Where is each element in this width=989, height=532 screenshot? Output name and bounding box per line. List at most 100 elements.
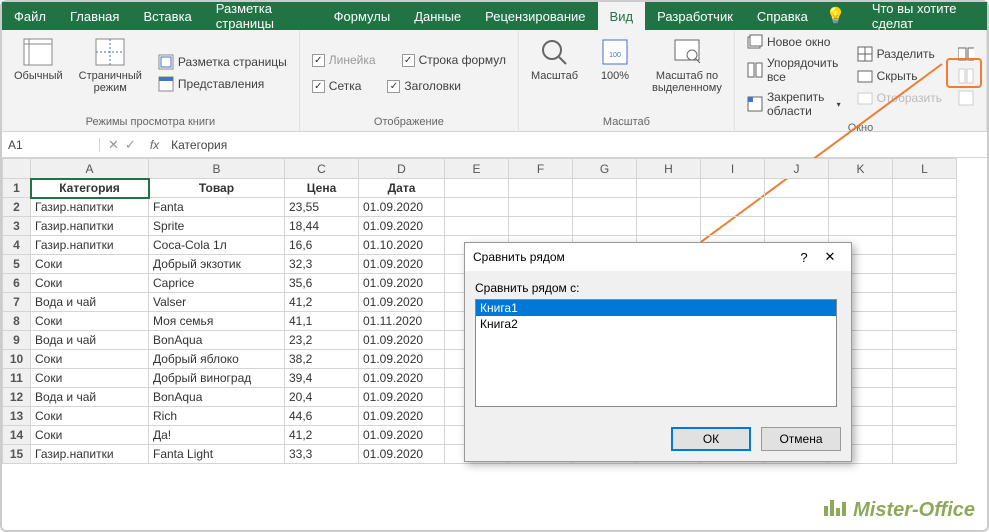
cell[interactable]: Fanta Light <box>149 445 285 464</box>
col-J[interactable]: J <box>765 159 829 179</box>
tab-layout[interactable]: Разметка страницы <box>204 2 322 30</box>
cell[interactable]: Вода и чай <box>31 388 149 407</box>
cell[interactable]: 01.10.2020 <box>359 236 445 255</box>
headings-checkbox[interactable]: Заголовки <box>383 77 465 95</box>
cell[interactable]: Соки <box>31 274 149 293</box>
cell[interactable]: Вода и чай <box>31 293 149 312</box>
split-button[interactable]: Разделить <box>853 44 946 64</box>
cell[interactable]: Добрый яблоко <box>149 350 285 369</box>
cell[interactable]: 01.09.2020 <box>359 350 445 369</box>
row-11[interactable]: 11 <box>3 369 31 388</box>
hide-button[interactable]: Скрыть <box>853 66 946 86</box>
tab-formulas[interactable]: Формулы <box>322 2 403 30</box>
cell[interactable]: Соки <box>31 426 149 445</box>
list-item[interactable]: Книга1 <box>476 300 836 316</box>
row-8[interactable]: 8 <box>3 312 31 331</box>
tab-review[interactable]: Рецензирование <box>473 2 597 30</box>
cell[interactable]: Caprice <box>149 274 285 293</box>
formulabar-checkbox[interactable]: Строка формул <box>398 51 510 69</box>
col-I[interactable]: I <box>701 159 765 179</box>
pagelayout-button[interactable]: Разметка страницы <box>154 52 291 72</box>
row-7[interactable]: 7 <box>3 293 31 312</box>
cell[interactable]: 35,6 <box>285 274 359 293</box>
row-6[interactable]: 6 <box>3 274 31 293</box>
row-14[interactable]: 14 <box>3 426 31 445</box>
cell[interactable]: BonAqua <box>149 331 285 350</box>
cell[interactable]: 01.09.2020 <box>359 274 445 293</box>
fx-icon[interactable]: fx <box>144 138 165 152</box>
formula-enter-icon[interactable]: ✓ <box>125 137 136 153</box>
cell[interactable]: 01.09.2020 <box>359 217 445 236</box>
col-B[interactable]: B <box>149 159 285 179</box>
unhide-button[interactable]: Отобразить <box>853 88 946 108</box>
ruler-checkbox[interactable]: Линейка <box>308 51 380 69</box>
cell[interactable]: Fanta <box>149 198 285 217</box>
col-H[interactable]: H <box>637 159 701 179</box>
dialog-help-button[interactable]: ? <box>791 250 817 265</box>
cell[interactable]: Газир.напитки <box>31 217 149 236</box>
cell[interactable]: Соки <box>31 407 149 426</box>
cell[interactable]: 32,3 <box>285 255 359 274</box>
col-C[interactable]: C <box>285 159 359 179</box>
row-9[interactable]: 9 <box>3 331 31 350</box>
cell[interactable]: Rich <box>149 407 285 426</box>
pagebreak-view-button[interactable]: Страничный режим <box>75 32 146 114</box>
arrange-all-button[interactable]: Упорядочить все <box>743 54 845 86</box>
cell[interactable]: 01.09.2020 <box>359 293 445 312</box>
row-10[interactable]: 10 <box>3 350 31 369</box>
cell[interactable]: 38,2 <box>285 350 359 369</box>
cell[interactable]: 41,2 <box>285 293 359 312</box>
cell[interactable]: Газир.напитки <box>31 236 149 255</box>
cell[interactable]: BonAqua <box>149 388 285 407</box>
cell-A1[interactable]: Категория <box>31 179 149 198</box>
customviews-button[interactable]: Представления <box>154 74 291 94</box>
row-2[interactable]: 2 <box>3 198 31 217</box>
cell[interactable]: Соки <box>31 312 149 331</box>
cell[interactable]: 01.09.2020 <box>359 445 445 464</box>
cell-C1[interactable]: Цена <box>285 179 359 198</box>
select-all-cell[interactable] <box>3 159 31 179</box>
ok-button[interactable]: ОК <box>671 427 751 451</box>
reset-window-pos-button[interactable] <box>954 88 978 108</box>
cell[interactable]: 41,1 <box>285 312 359 331</box>
tab-insert[interactable]: Вставка <box>131 2 203 30</box>
cell[interactable]: 23,55 <box>285 198 359 217</box>
freeze-panes-button[interactable]: Закрепить области ▾ <box>743 88 845 120</box>
row-3[interactable]: 3 <box>3 217 31 236</box>
dialog-close-button[interactable]: ✕ <box>817 249 843 265</box>
sync-scroll-button[interactable] <box>954 66 978 86</box>
row-15[interactable]: 15 <box>3 445 31 464</box>
row-12[interactable]: 12 <box>3 388 31 407</box>
cell[interactable]: 01.09.2020 <box>359 255 445 274</box>
tab-file[interactable]: Файл <box>2 2 58 30</box>
cell[interactable]: 39,4 <box>285 369 359 388</box>
col-F[interactable]: F <box>509 159 573 179</box>
col-K[interactable]: K <box>829 159 893 179</box>
col-E[interactable]: E <box>445 159 509 179</box>
col-G[interactable]: G <box>573 159 637 179</box>
cell[interactable]: Добрый виноград <box>149 369 285 388</box>
cell[interactable]: 01.09.2020 <box>359 369 445 388</box>
cell[interactable]: Да! <box>149 426 285 445</box>
tab-developer[interactable]: Разработчик <box>645 2 745 30</box>
cell-D1[interactable]: Дата <box>359 179 445 198</box>
zoom-button[interactable]: Масштаб <box>527 32 582 114</box>
cell[interactable]: Газир.напитки <box>31 198 149 217</box>
cell[interactable]: Добрый экзотик <box>149 255 285 274</box>
col-L[interactable]: L <box>893 159 957 179</box>
dialog-listbox[interactable]: Книга1 Книга2 <box>475 299 837 407</box>
zoom-100-button[interactable]: 100 100% <box>590 32 640 114</box>
row-1[interactable]: 1 <box>3 179 31 198</box>
view-side-by-side-button[interactable] <box>954 44 978 64</box>
cell[interactable]: Соки <box>31 350 149 369</box>
cell[interactable]: Соки <box>31 255 149 274</box>
cancel-button[interactable]: Отмена <box>761 427 841 451</box>
cell[interactable]: Coca-Cola 1л <box>149 236 285 255</box>
cell[interactable]: Sprite <box>149 217 285 236</box>
tab-view[interactable]: Вид <box>598 2 646 30</box>
row-4[interactable]: 4 <box>3 236 31 255</box>
row-5[interactable]: 5 <box>3 255 31 274</box>
cell[interactable]: 01.11.2020 <box>359 312 445 331</box>
cell[interactable]: 18,44 <box>285 217 359 236</box>
list-item[interactable]: Книга2 <box>476 316 836 332</box>
